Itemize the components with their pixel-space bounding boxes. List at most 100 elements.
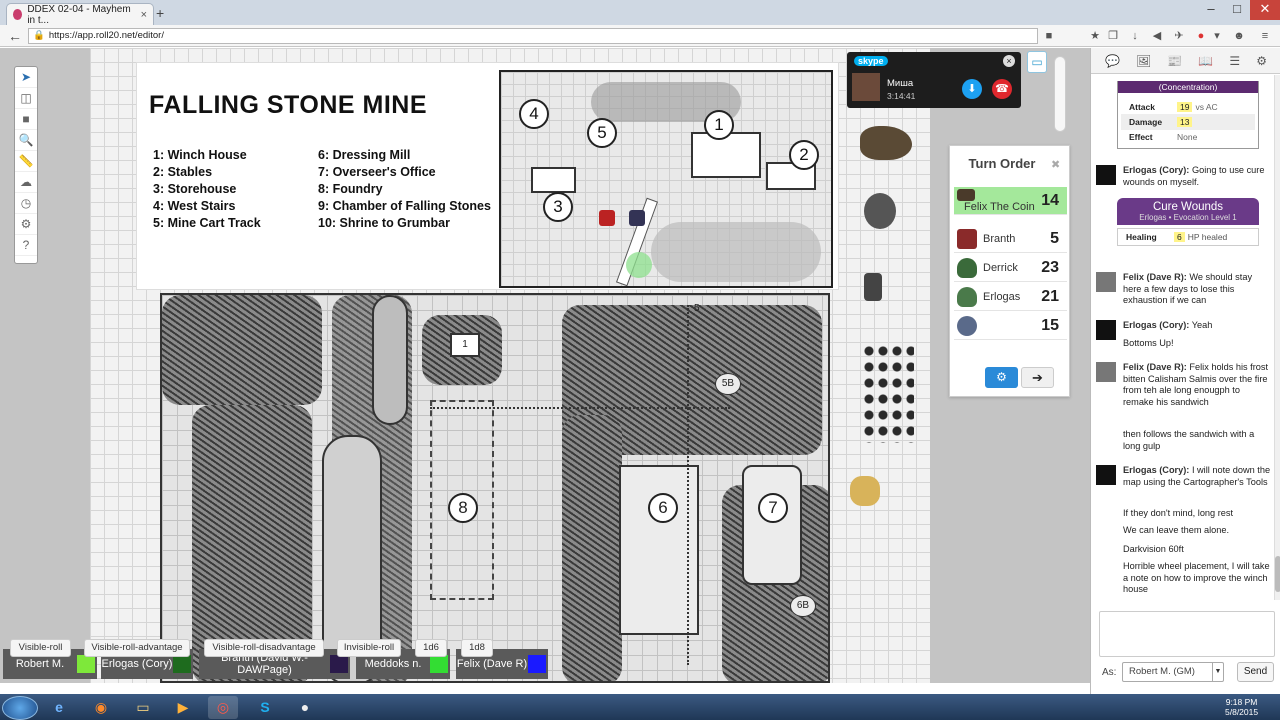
skype-icon[interactable]: S xyxy=(250,696,280,719)
close-icon[interactable]: ✖ xyxy=(1051,158,1060,171)
legend-item: 3: Storehouse xyxy=(153,182,237,196)
fog-icon[interactable]: ☁ xyxy=(15,172,37,193)
firefox-icon[interactable]: ◉ xyxy=(86,696,116,719)
chat-scrollbar[interactable] xyxy=(1274,75,1280,600)
macro-1d6[interactable]: 1d6 xyxy=(415,639,447,657)
chevron-down-icon[interactable]: ▼ xyxy=(1212,663,1223,681)
art-icon[interactable]: 🖼 xyxy=(1136,54,1151,68)
ext-icon-2[interactable]: ❐ xyxy=(1106,29,1120,43)
explorer-icon[interactable]: ▭ xyxy=(128,696,158,719)
system-clock[interactable]: 9:18 PM 5/8/2015 xyxy=(1225,697,1258,717)
main-map-image: 1 5 8 6 7 5B 6B xyxy=(160,293,830,683)
turn-icon[interactable]: ◷ xyxy=(15,193,37,214)
chat-message: Erlogas (Cory): Going to use cure wounds… xyxy=(1096,165,1271,188)
select-icon[interactable]: ➤ xyxy=(15,67,37,88)
shapes-icon[interactable]: ■ xyxy=(15,109,37,130)
maximize-button[interactable]: □ xyxy=(1224,0,1250,20)
settings-gear-icon[interactable]: ⚙ xyxy=(985,367,1018,388)
spell-card: Cure Wounds Erlogas • Evocation Level 1 … xyxy=(1117,198,1259,246)
monster-token[interactable] xyxy=(850,476,880,506)
obs-icon[interactable]: ● xyxy=(290,696,320,719)
turn-initiative: 5 xyxy=(1050,229,1059,247)
address-bar[interactable]: 🔒 https://app.roll20.net/editor/ xyxy=(28,28,1038,44)
media-icon[interactable]: ▶ xyxy=(168,696,198,719)
chat-message: We can leave them alone. xyxy=(1096,525,1271,537)
ext-icon-1[interactable]: ■ xyxy=(1042,29,1056,43)
macro-invisible-roll[interactable]: Invisible-roll xyxy=(337,639,401,657)
macro-visible-roll[interactable]: Visible-roll xyxy=(10,639,71,657)
token-icon xyxy=(957,315,977,336)
tabletop-canvas[interactable]: FALLING STONE MINE 1: Winch House 2: Sta… xyxy=(0,48,1090,683)
journal-icon[interactable]: 📰 xyxy=(1167,54,1182,68)
legend-column-1: 1: Winch House 2: Stables 3: Storehouse … xyxy=(153,147,261,232)
skype-close-icon[interactable]: × xyxy=(1003,55,1015,67)
turn-order-row[interactable]: Branth 5 xyxy=(954,225,1067,253)
bookmark-star-icon[interactable]: ★ xyxy=(1088,29,1102,43)
browser-menu-icon[interactable]: ≡ xyxy=(1258,29,1272,43)
new-tab-button[interactable]: + xyxy=(156,5,164,21)
chrome-icon[interactable]: ◎ xyxy=(208,696,238,719)
monster-token[interactable] xyxy=(864,273,882,301)
macro-visible-roll-disadvantage[interactable]: Visible-roll-disadvantage xyxy=(204,639,324,657)
hangup-icon[interactable]: ☎ xyxy=(992,79,1012,99)
turn-initiative: 15 xyxy=(1041,316,1059,334)
ie-icon[interactable]: e xyxy=(44,696,74,719)
compendium-icon[interactable]: 📖 xyxy=(1198,54,1213,68)
zoom-slider[interactable] xyxy=(1054,56,1066,132)
turn-order-row[interactable]: Erlogas 21 xyxy=(954,283,1067,311)
map-number: 8 xyxy=(448,493,478,523)
send-button[interactable]: Send xyxy=(1237,662,1274,682)
adblock-icon[interactable]: ● xyxy=(1194,29,1208,43)
monster-token-group[interactable] xyxy=(862,343,914,443)
help-icon[interactable]: ? xyxy=(15,235,37,256)
turn-initiative: 21 xyxy=(1041,287,1059,305)
back-icon[interactable]: ← xyxy=(8,28,22,44)
macro-1d8[interactable]: 1d8 xyxy=(461,639,493,657)
speaking-as-select[interactable]: Robert M. (GM) xyxy=(1122,662,1224,682)
measure-icon[interactable]: 📏 xyxy=(15,151,37,172)
speaking-as-label: As: xyxy=(1102,667,1117,678)
message-author: Erlogas (Cory): xyxy=(1123,165,1190,175)
browser-tab[interactable]: DDEX 02-04 - Mayhem in t... × xyxy=(6,3,154,26)
ext-icon-5[interactable]: ☻ xyxy=(1232,29,1246,43)
chat-message: Erlogas (Cory): I will note down the map… xyxy=(1096,465,1271,488)
jukebox-icon[interactable]: ☰ xyxy=(1229,54,1240,68)
close-window-button[interactable]: ✕ xyxy=(1250,0,1280,20)
ext-icon-3[interactable]: ◀ xyxy=(1150,29,1164,43)
monster-token[interactable] xyxy=(864,193,896,229)
dice-icon[interactable]: ⚙ xyxy=(15,214,37,235)
next-turn-button[interactable]: ➔ xyxy=(1021,367,1054,388)
row-value: 19 xyxy=(1177,101,1193,112)
settings-icon[interactable]: ⚙ xyxy=(1256,54,1267,68)
monster-token[interactable] xyxy=(860,126,912,160)
lock-icon: 🔒 xyxy=(33,30,45,41)
download-icon[interactable]: ↓ xyxy=(1128,29,1142,43)
turn-name: Branth xyxy=(983,232,1016,245)
chat-input[interactable] xyxy=(1099,611,1275,657)
selected-token[interactable] xyxy=(626,252,652,278)
turn-order-row[interactable]: Derrick 23 xyxy=(954,254,1067,282)
player-token[interactable] xyxy=(599,210,615,226)
mute-icon[interactable]: ⬇ xyxy=(962,79,982,99)
player-token[interactable] xyxy=(629,210,645,226)
layers-icon[interactable]: ◫ xyxy=(15,88,37,109)
tab-close-icon[interactable]: × xyxy=(141,9,147,21)
page-toolbar-toggle-icon[interactable]: ▭ xyxy=(1027,51,1047,73)
chat-scrollbar-thumb[interactable] xyxy=(1275,556,1280,592)
zoom-icon[interactable]: 🔍 xyxy=(15,130,37,151)
message-author: Erlogas (Cory): xyxy=(1123,320,1190,330)
chat-log[interactable]: (Concentration) Attack 19 vs AC Damage 13 E… xyxy=(1091,75,1274,600)
roll20-favicon-icon xyxy=(13,9,23,20)
chat-icon[interactable]: 💬 xyxy=(1105,54,1120,68)
skype-call-widget[interactable]: skype × Миша 3:14:41 ⬇ ☎ xyxy=(847,52,1021,108)
spell-title: Cure Wounds xyxy=(1152,201,1224,213)
ext-dropdown-icon[interactable]: ▾ xyxy=(1210,29,1224,43)
start-button[interactable] xyxy=(2,696,38,720)
ext-icon-4[interactable]: ✈ xyxy=(1172,29,1186,43)
minimize-button[interactable]: – xyxy=(1198,0,1224,20)
turn-order-row[interactable]: Felix The Coin 14 xyxy=(954,187,1067,215)
chat-message: Horrible wheel placement, I will take a … xyxy=(1096,561,1271,596)
macro-visible-roll-advantage[interactable]: Visible-roll-advantage xyxy=(84,639,190,657)
turn-order-panel[interactable]: Turn Order ✖ Felix The Coin 14 Branth 5 … xyxy=(949,145,1070,397)
turn-order-row[interactable]: 15 xyxy=(954,312,1067,340)
